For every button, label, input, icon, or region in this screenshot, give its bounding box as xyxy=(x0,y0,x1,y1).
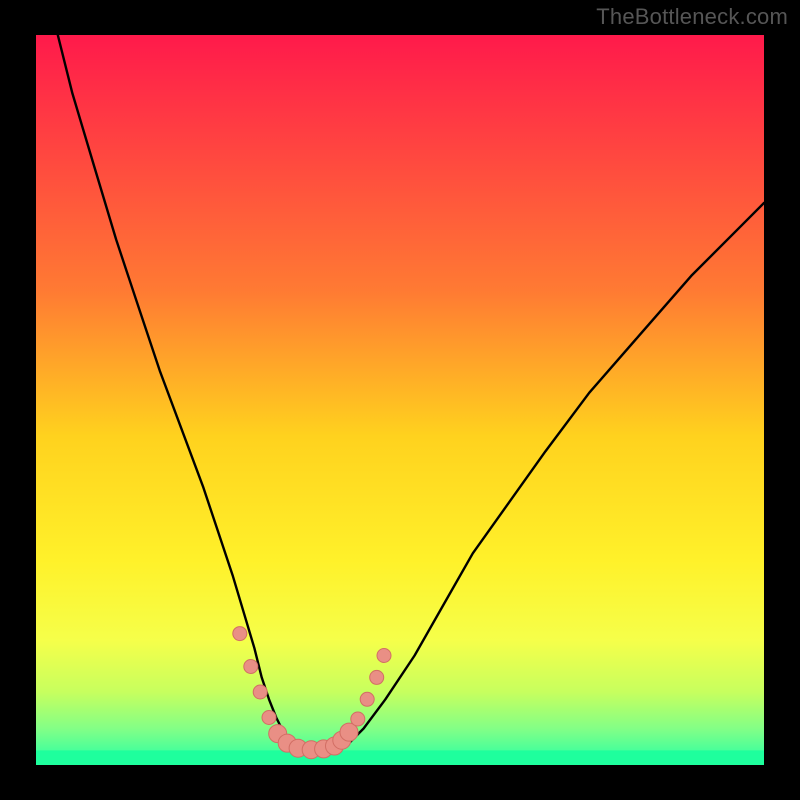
curve-marker xyxy=(360,692,374,706)
curve-marker xyxy=(377,649,391,663)
plot-background xyxy=(36,35,764,765)
curve-marker xyxy=(370,670,384,684)
curve-marker xyxy=(253,685,267,699)
watermark-text: TheBottleneck.com xyxy=(596,4,788,30)
chart-frame: TheBottleneck.com xyxy=(0,0,800,800)
curve-marker xyxy=(262,711,276,725)
curve-marker xyxy=(351,712,365,726)
curve-marker xyxy=(233,627,247,641)
curve-marker xyxy=(244,660,258,674)
baseline-band xyxy=(36,750,764,765)
bottleneck-chart xyxy=(0,0,800,800)
